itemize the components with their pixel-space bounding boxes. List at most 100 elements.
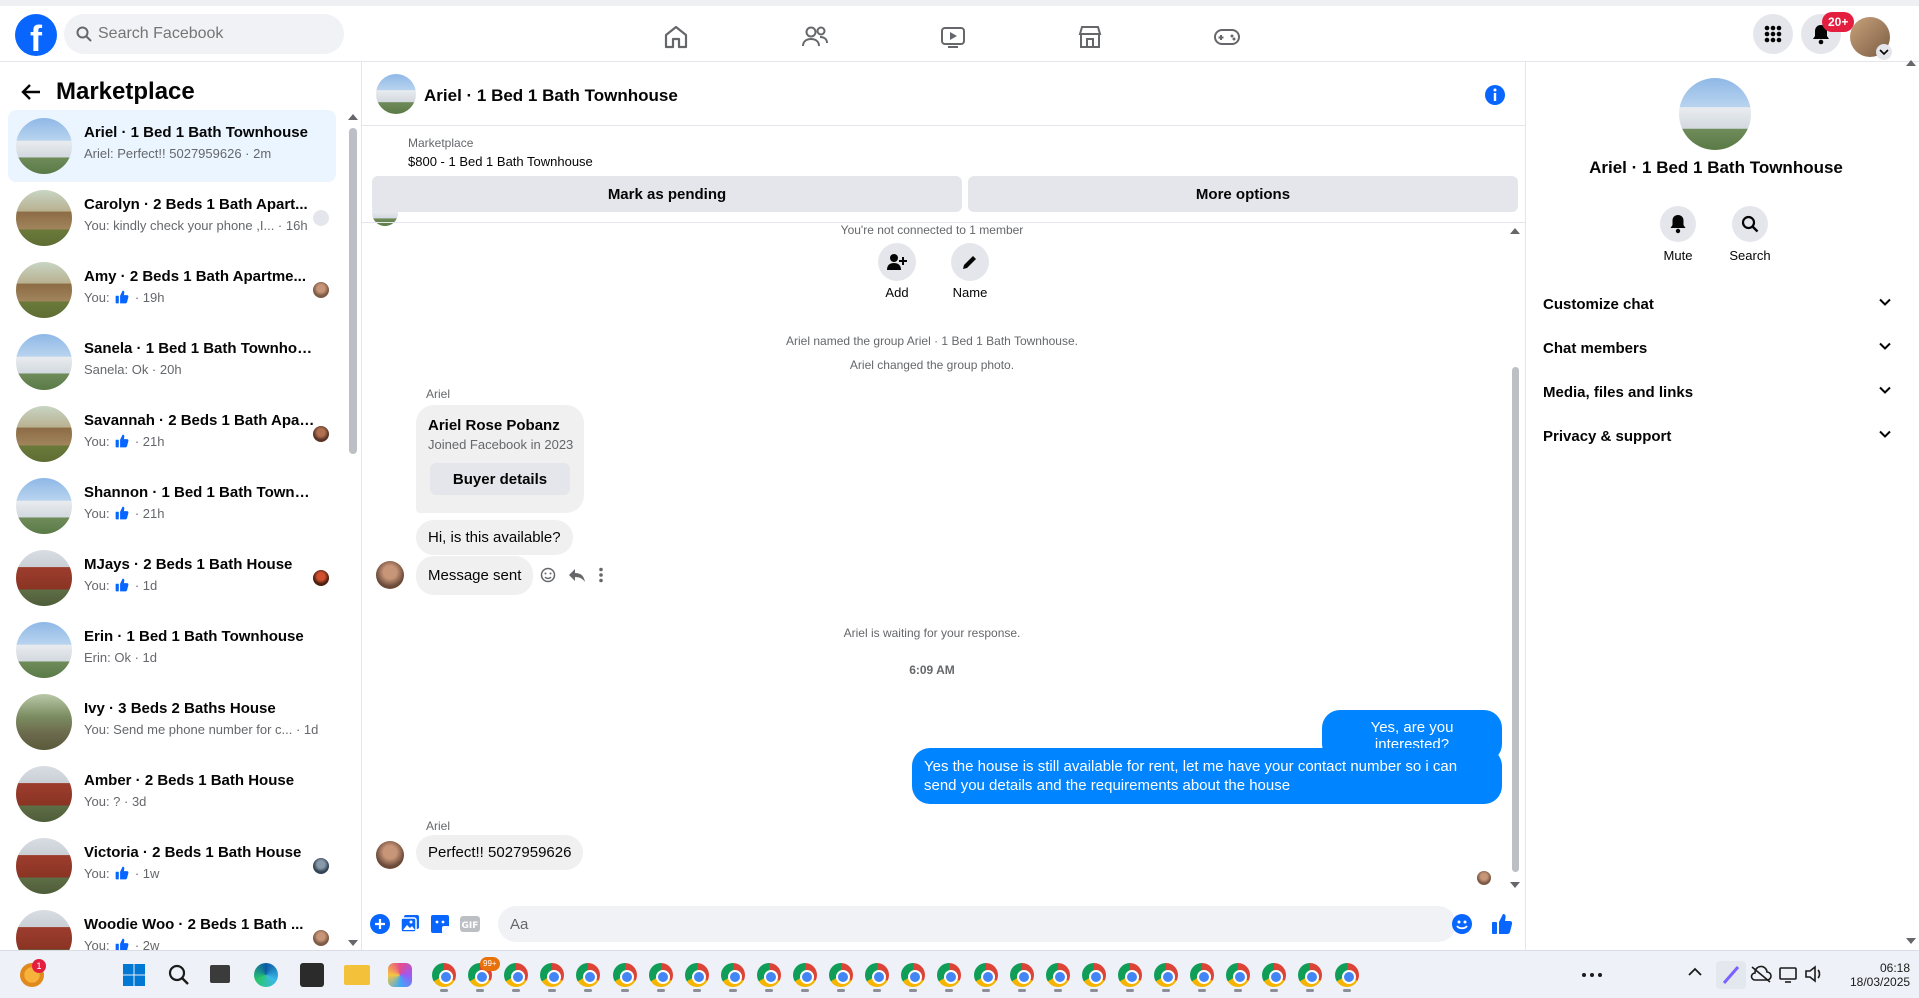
chrome-window-icon[interactable] xyxy=(504,963,528,987)
my-message-bubble[interactable]: Yes the house is still available for ren… xyxy=(912,748,1502,804)
conversation-item[interactable]: Ariel · 1 Bed 1 Bath Townhouse Ariel: Per… xyxy=(8,110,336,182)
back-button[interactable] xyxy=(20,82,42,102)
attach-photo-button[interactable] xyxy=(398,912,422,936)
chrome-window-icon[interactable] xyxy=(937,963,961,987)
menu-button[interactable] xyxy=(1753,14,1793,54)
add-member-button[interactable] xyxy=(878,243,916,281)
facebook-logo[interactable]: f xyxy=(15,14,57,59)
chrome-window-icon[interactable] xyxy=(1262,963,1286,987)
message-bubble[interactable]: Hi, is this available? xyxy=(416,520,573,555)
conversation-item[interactable]: Sanela · 1 Bed 1 Bath Townhouse Sanela: O… xyxy=(8,326,336,398)
taskbar-overflow-button[interactable] xyxy=(1582,973,1602,977)
conversation-item[interactable]: Shannon · 1 Bed 1 Bath Townhou... You: · … xyxy=(8,470,336,542)
chrome-window-icon[interactable] xyxy=(1154,963,1178,987)
home-tab[interactable] xyxy=(620,14,732,60)
conversation-item[interactable]: Woodie Woo · 2 Beds 1 Bath ... You: · 2w xyxy=(8,902,336,950)
search-in-conversation-button[interactable] xyxy=(1732,206,1768,242)
sender-avatar[interactable] xyxy=(376,841,404,869)
chrome-window-icon[interactable] xyxy=(829,963,853,987)
name-group-button[interactable] xyxy=(951,243,989,281)
chrome-window-icon[interactable] xyxy=(1118,963,1142,987)
more-options-button[interactable]: More options xyxy=(968,176,1518,212)
chrome-window-icon[interactable] xyxy=(1335,963,1359,987)
chrome-window-icon[interactable] xyxy=(793,963,817,987)
conversation-item[interactable]: Ivy · 3 Beds 2 Baths House You: Send me p… xyxy=(8,686,336,758)
gaming-tab[interactable] xyxy=(1171,14,1283,60)
emoji-button[interactable] xyxy=(1450,912,1474,936)
edge-icon[interactable] xyxy=(254,963,278,987)
pen-tray-icon[interactable] xyxy=(1716,961,1746,989)
sender-avatar[interactable] xyxy=(376,561,404,589)
conversation-item[interactable]: Amber · 2 Beds 1 Bath House You: ? · 3d xyxy=(8,758,336,830)
scroll-down-arrow[interactable] xyxy=(348,940,358,946)
like-send-button[interactable] xyxy=(1490,912,1514,936)
copilot-icon[interactable] xyxy=(388,963,412,987)
chat-avatar[interactable] xyxy=(376,74,416,114)
chat-title[interactable]: Ariel · 1 Bed 1 Bath Townhouse xyxy=(424,86,678,106)
terminal-icon[interactable] xyxy=(300,963,324,987)
section-media-files-links[interactable]: Media, files and links xyxy=(1543,374,1899,410)
section-customize-chat[interactable]: Customize chat xyxy=(1543,286,1899,322)
conversation-item[interactable]: Erin · 1 Bed 1 Bath Townhouse Erin: Ok · … xyxy=(8,614,336,686)
onedrive-icon[interactable] xyxy=(1750,965,1772,983)
message-bubble[interactable]: Perfect!! 5027959626 xyxy=(416,835,584,870)
conversation-item[interactable]: Carolyn · 2 Beds 1 Bath Apart... You: kin… xyxy=(8,182,336,254)
chrome-window-icon[interactable] xyxy=(757,963,781,987)
video-tab[interactable] xyxy=(897,14,1009,60)
gif-button[interactable]: GIF xyxy=(458,912,482,936)
taskbar-search-button[interactable] xyxy=(168,964,190,986)
chrome-window-icon[interactable] xyxy=(685,963,709,987)
sidebar-scrollbar[interactable] xyxy=(349,128,357,454)
group-photo[interactable] xyxy=(1679,78,1751,150)
section-privacy-support[interactable]: Privacy & support xyxy=(1543,418,1899,454)
mute-button[interactable] xyxy=(1660,206,1696,242)
scroll-up-arrow[interactable] xyxy=(348,114,358,120)
message-bubble[interactable]: Message sent xyxy=(416,556,534,595)
chat-scroll-down-arrow[interactable] xyxy=(1510,882,1520,888)
listing-title[interactable]: $800 - 1 Bed 1 Bath Townhouse xyxy=(408,154,593,169)
chrome-window-icon[interactable] xyxy=(901,963,925,987)
chrome-window-icon[interactable] xyxy=(1010,963,1034,987)
info-button[interactable] xyxy=(1484,84,1506,106)
chrome-window-icon[interactable] xyxy=(721,963,745,987)
chrome-window-icon[interactable] xyxy=(540,963,564,987)
message-input[interactable] xyxy=(498,906,1456,942)
reply-button[interactable] xyxy=(568,567,586,583)
buyer-details-button[interactable]: Buyer details xyxy=(430,463,570,495)
chat-scroll-up-arrow[interactable] xyxy=(1510,228,1520,234)
volume-icon[interactable] xyxy=(1804,965,1824,983)
chrome-window-icon[interactable] xyxy=(1046,963,1070,987)
chrome-window-icon[interactable] xyxy=(865,963,889,987)
chrome-window-icon[interactable] xyxy=(1190,963,1214,987)
chrome-window-icon[interactable] xyxy=(613,963,637,987)
tray-chevron-up[interactable] xyxy=(1688,967,1702,977)
conversation-item[interactable]: Victoria · 2 Beds 1 Bath House You: · 1w xyxy=(8,830,336,902)
file-explorer-icon[interactable] xyxy=(344,965,370,985)
marketplace-tab[interactable] xyxy=(1034,14,1146,60)
start-button[interactable] xyxy=(122,963,146,987)
search-input[interactable] xyxy=(98,14,333,54)
page-scroll-down-arrow[interactable] xyxy=(1906,938,1916,944)
task-view-icon[interactable] xyxy=(210,965,230,983)
mark-as-pending-button[interactable]: Mark as pending xyxy=(372,176,962,212)
network-icon[interactable] xyxy=(1778,965,1798,983)
clock[interactable]: 06:18 18/03/2025 xyxy=(1850,961,1910,989)
section-chat-members[interactable]: Chat members xyxy=(1543,330,1899,366)
conversation-item[interactable]: Savannah · 2 Beds 1 Bath Apar... You: · 2… xyxy=(8,398,336,470)
chrome-window-icon[interactable] xyxy=(1082,963,1106,987)
conversation-item[interactable]: Amy · 2 Beds 1 Bath Apartme... You: · 19h xyxy=(8,254,336,326)
chrome-window-icon[interactable] xyxy=(1298,963,1322,987)
more-actions-button[interactable] xyxy=(598,567,604,583)
chrome-window-icon[interactable] xyxy=(432,963,456,987)
page-scroll-up-arrow[interactable] xyxy=(1906,60,1916,66)
chrome-window-icon[interactable] xyxy=(576,963,600,987)
friends-tab[interactable] xyxy=(759,14,871,60)
chrome-window-icon[interactable] xyxy=(974,963,998,987)
account-chevron[interactable] xyxy=(1876,44,1892,60)
conversation-item[interactable]: MJays · 2 Beds 1 Bath House You: · 1d xyxy=(8,542,336,614)
search-facebook[interactable] xyxy=(64,14,344,54)
chat-scrollbar[interactable] xyxy=(1512,367,1519,872)
react-button[interactable] xyxy=(540,567,556,583)
more-attachments-button[interactable] xyxy=(368,912,392,936)
sticker-button[interactable] xyxy=(428,912,452,936)
